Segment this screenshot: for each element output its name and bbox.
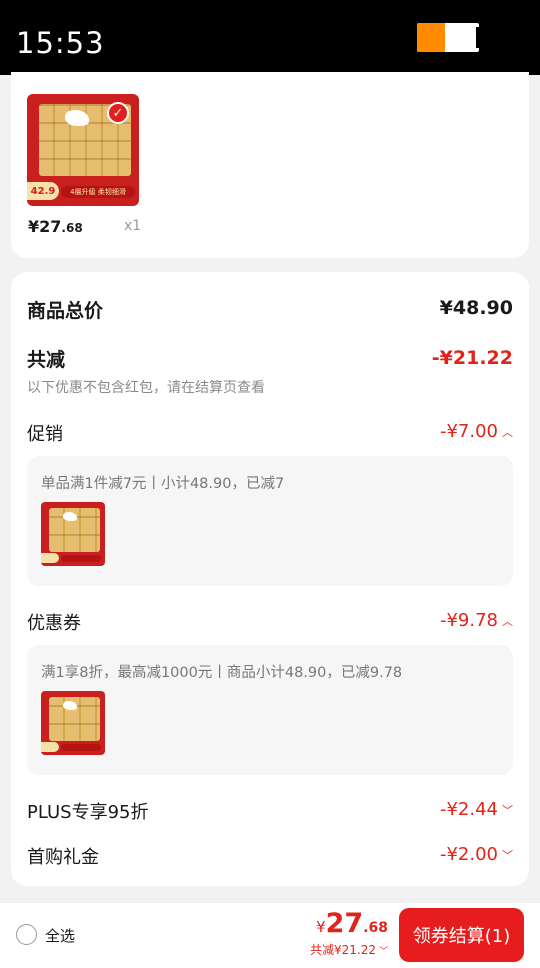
item-price: ¥27.68 — [28, 217, 83, 236]
chevron-down-icon: ﹀ — [502, 804, 513, 817]
battery-level — [417, 23, 445, 52]
chevron-up-icon: ︿ — [502, 426, 513, 439]
select-all-radio[interactable] — [16, 924, 37, 945]
checkout-button[interactable]: 领券结算(1) — [399, 908, 524, 962]
promotion-value: -¥7.00 — [439, 421, 498, 442]
plus-toggle[interactable]: -¥2.44 ﹀ — [440, 799, 513, 820]
pay-total: ¥27.68 — [316, 908, 388, 939]
chevron-down-icon: ﹀ — [502, 849, 513, 862]
product-slogan: 4層升級 柔韧细滑 — [61, 186, 135, 198]
product-image[interactable]: ✓ 42.9 4層升級 柔韧细滑 — [27, 94, 139, 206]
promotion-detail-text: 单品满1件减7元丨小计48.90，已减7 — [41, 476, 285, 492]
promotion-toggle[interactable]: -¥7.00 ︿ — [440, 421, 513, 442]
coupon-detail: 满1享8折，最高减1000元丨商品小计48.90，已减9.78 — [27, 645, 513, 775]
first-buy-label: 首购礼金 — [27, 847, 99, 868]
status-time: 15:53 — [16, 26, 105, 60]
discount-note: 以下优惠不包含红包，请在结算页查看 — [27, 380, 265, 396]
first-buy-value: -¥2.00 — [439, 844, 498, 865]
reduction-value: -¥21.22 — [431, 347, 513, 369]
price-badge: 42.9 — [27, 182, 59, 200]
cart-item-card: ✓ 42.9 4層升級 柔韧细滑 — [11, 72, 529, 258]
check-icon[interactable]: ✓ — [107, 102, 129, 124]
chevron-up-icon: ︿ — [502, 615, 513, 628]
promotion-detail: 单品满1件减7元丨小计48.90，已减7 — [27, 456, 513, 586]
coupon-toggle[interactable]: -¥9.78 ︿ — [440, 610, 513, 631]
total-value: ¥48.90 — [439, 297, 513, 319]
coupon-label: 优惠券 — [27, 613, 81, 634]
first-buy-toggle[interactable]: -¥2.00 ﹀ — [440, 844, 513, 865]
plus-label: PLUS专享95折 — [27, 802, 149, 823]
promotion-label: 促销 — [27, 424, 63, 445]
total-label: 商品总价 — [27, 300, 104, 322]
plus-value: -¥2.44 — [439, 799, 498, 820]
battery-icon — [417, 23, 479, 52]
coupon-product-thumb[interactable] — [41, 691, 105, 755]
reduction-label: 共减 — [27, 349, 66, 371]
coupon-value: -¥9.78 — [439, 610, 498, 631]
coupon-detail-text: 满1享8折，最高减1000元丨商品小计48.90，已减9.78 — [41, 665, 403, 681]
promotion-product-thumb[interactable] — [41, 502, 105, 566]
saved-amount-toggle[interactable]: 共减¥21.22 ﹀ — [310, 941, 388, 958]
status-bar: 15:53 — [0, 0, 540, 75]
item-quantity: x1 — [124, 218, 142, 234]
select-all-label[interactable]: 全选 — [45, 925, 75, 946]
checkout-bar: 全选 ¥27.68 共减¥21.22 ﹀ 领券结算(1) — [0, 903, 540, 968]
chevron-down-icon: ﹀ — [378, 947, 388, 957]
